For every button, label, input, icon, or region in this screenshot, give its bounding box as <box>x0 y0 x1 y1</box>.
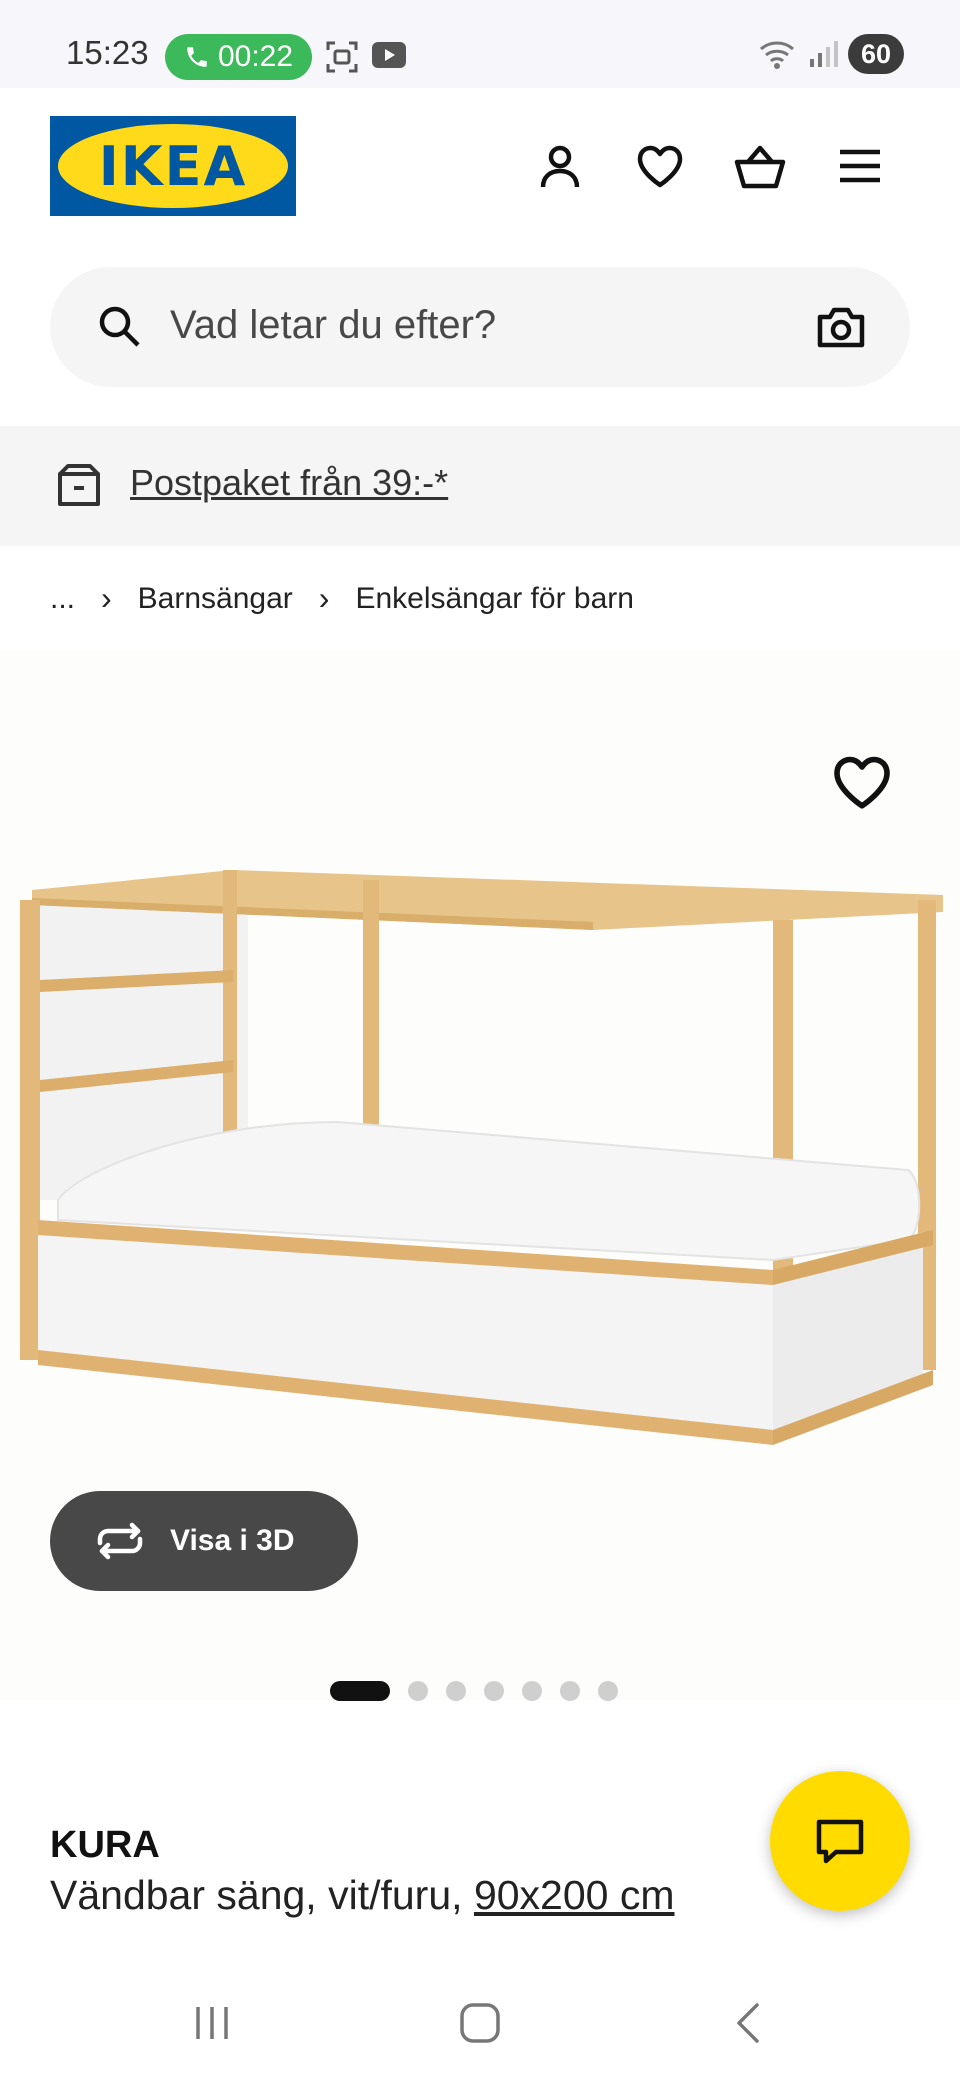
heart-icon <box>637 145 683 188</box>
breadcrumb: ... › Barnsängar › Enkelsängar för barn <box>50 580 634 617</box>
carousel-dot[interactable] <box>330 1681 390 1701</box>
status-bar: 15:23 00:22 60 <box>0 0 960 88</box>
breadcrumb-ellipsis[interactable]: ... <box>50 582 75 616</box>
chat-button[interactable] <box>770 1771 910 1911</box>
product-size-link[interactable]: 90x200 cm <box>474 1872 675 1918</box>
product-image[interactable] <box>18 860 944 1460</box>
recent-apps-icon <box>196 2007 228 2039</box>
menu-icon <box>840 149 880 183</box>
carousel-dot[interactable] <box>408 1681 428 1701</box>
product-description-text: Vändbar säng, vit/furu, <box>50 1872 463 1918</box>
carousel-dot[interactable] <box>598 1681 618 1701</box>
cart-button[interactable] <box>730 136 790 196</box>
carousel-dot[interactable] <box>522 1681 542 1701</box>
home-button[interactable] <box>450 1998 510 2048</box>
carousel-dot[interactable] <box>560 1681 580 1701</box>
logo-text: IKEA <box>98 134 248 198</box>
home-icon <box>460 2003 500 2043</box>
breadcrumb-item-enkelsangar[interactable]: Enkelsängar för barn <box>355 582 634 616</box>
add-to-favorites-icon[interactable] <box>832 752 892 812</box>
view-in-3d-button[interactable]: Visa i 3D <box>50 1491 358 1591</box>
youtube-icon <box>372 42 406 68</box>
search-icon <box>99 306 140 347</box>
chat-icon <box>816 1819 864 1864</box>
screenshot-icon <box>326 41 358 73</box>
breadcrumb-item-barnsangar[interactable]: Barnsängar <box>138 582 293 616</box>
image-carousel-dots <box>330 1681 618 1701</box>
favorites-button[interactable] <box>630 136 690 196</box>
cart-icon <box>734 145 786 189</box>
chevron-right-icon: › <box>101 580 112 616</box>
wifi-icon <box>760 41 794 69</box>
back-button[interactable] <box>718 1998 778 2048</box>
carousel-dot[interactable] <box>484 1681 504 1701</box>
status-time: 15:23 <box>66 34 149 71</box>
battery-indicator: 60 <box>848 34 904 74</box>
user-icon <box>540 145 580 188</box>
phone-icon <box>187 47 207 67</box>
product-description: Vändbar säng, vit/furu, 90x200 cm <box>50 1872 675 1919</box>
package-icon <box>58 464 100 506</box>
shipping-link[interactable]: Postpaket från 39:-* <box>130 462 448 504</box>
menu-button[interactable] <box>830 136 890 196</box>
system-nav-bar <box>0 1960 960 2080</box>
carousel-dot[interactable] <box>446 1681 466 1701</box>
search-input[interactable]: Vad letar du efter? <box>170 303 496 348</box>
status-system-icons: 60 <box>758 34 904 74</box>
shipping-banner: Postpaket från 39:-* <box>0 426 960 546</box>
call-indicator[interactable]: 00:22 <box>165 34 312 80</box>
product-name: KURA <box>50 1824 160 1866</box>
battery-level: 60 <box>860 38 892 69</box>
chevron-right-icon: › <box>318 580 330 616</box>
view-in-3d-label: Visa i 3D <box>170 1524 295 1557</box>
back-icon <box>737 2003 759 2043</box>
status-app-icons <box>325 40 407 74</box>
signal-icon <box>810 41 838 67</box>
ikea-logo[interactable]: IKEA <box>50 116 296 216</box>
rotate-3d-icon <box>97 1522 143 1560</box>
search-bar[interactable]: Vad letar du efter? <box>50 267 910 387</box>
camera-search-icon[interactable] <box>816 305 866 349</box>
recent-apps-button[interactable] <box>182 1998 242 2048</box>
account-button[interactable] <box>530 136 590 196</box>
call-timer: 00:22 <box>217 40 294 73</box>
logo-ellipse: IKEA <box>58 124 288 208</box>
